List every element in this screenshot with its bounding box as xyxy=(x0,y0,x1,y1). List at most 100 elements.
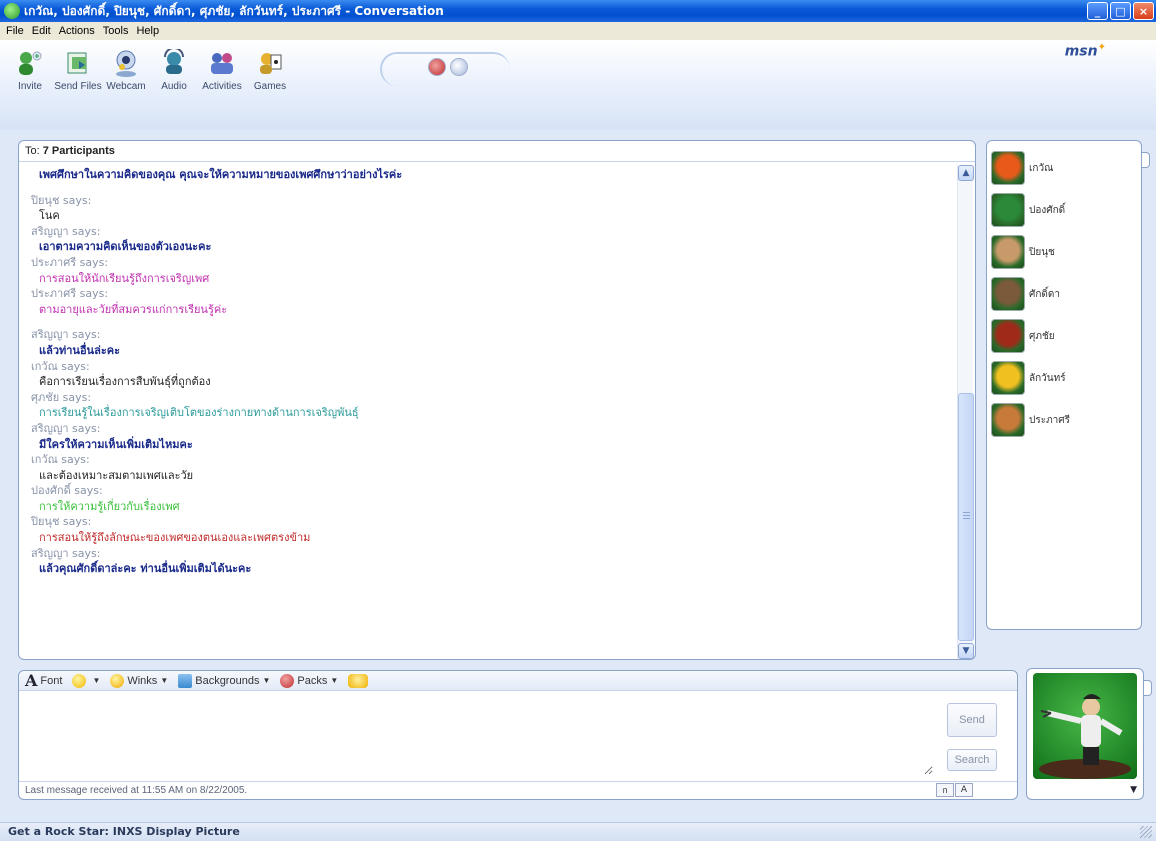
background-picture-icon xyxy=(178,673,193,688)
chess-avatar[interactable] xyxy=(991,277,1025,311)
participant-item[interactable]: ปองศักดิ์ xyxy=(991,191,1139,229)
games-button[interactable]: Games xyxy=(246,40,294,92)
to-label: To: xyxy=(25,145,40,157)
participant-count[interactable]: 7 Participants xyxy=(43,145,115,157)
own-display-picture-panel: ▼ xyxy=(1026,668,1144,800)
background-icon[interactable] xyxy=(450,58,468,76)
to-line: To: 7 Participants xyxy=(25,145,115,157)
ad-banner[interactable]: Get a Rock Star: INXS Display Picture xyxy=(0,822,1156,841)
scroll-grip xyxy=(963,515,970,516)
guitar-avatar[interactable] xyxy=(991,319,1025,353)
participant-item[interactable]: ศุภชัย xyxy=(991,317,1139,355)
sender-says-label: สริญญา says: xyxy=(31,224,101,238)
participant-item[interactable]: ลักวันทร์ xyxy=(991,359,1139,397)
block-icon[interactable] xyxy=(428,58,446,76)
sender-says-label: ปิยนุช says: xyxy=(31,193,92,207)
ad-text[interactable]: Get a Rock Star: INXS Display Picture xyxy=(8,825,240,838)
participant-name: ศักดิ์ดา xyxy=(1029,288,1061,300)
participant-item[interactable]: ปิยนุช xyxy=(991,233,1139,271)
webcam-label: Webcam xyxy=(106,81,146,92)
sender-says-label: ประภาศรี says: xyxy=(31,255,109,269)
sender-says-label: ประภาศรี says: xyxy=(31,287,109,301)
participant-item[interactable]: เกวัณ xyxy=(991,149,1139,187)
chevron-down-icon[interactable]: ▼ xyxy=(1130,785,1137,795)
message-input[interactable] xyxy=(23,695,933,775)
participant-name: ลักวันทร์ xyxy=(1029,372,1066,384)
message-text: แล้วท่านอื่นล่ะคะ xyxy=(39,343,120,357)
font-icon: A xyxy=(25,671,38,690)
send-files-button[interactable]: Send Files xyxy=(54,40,102,92)
menu-file[interactable]: File xyxy=(2,25,28,37)
participants-collapse-tab[interactable] xyxy=(1142,152,1150,168)
backgrounds-button[interactable]: Backgrounds ▼ xyxy=(178,673,270,688)
activities-icon xyxy=(211,53,233,74)
handwriting-mode-button[interactable]: ก xyxy=(936,783,954,797)
scroll-thumb[interactable] xyxy=(958,393,974,641)
sender-says-label: เกวัณ says: xyxy=(31,453,90,467)
message-text: การให้ความรู้เกี่ยวกับเรื่องเพศ xyxy=(39,499,180,513)
scroll-grip xyxy=(963,518,970,519)
text-mode-button[interactable]: A xyxy=(955,783,973,797)
minimize-button[interactable]: _ xyxy=(1087,2,1108,20)
games-icon xyxy=(260,53,282,74)
audio-button[interactable]: Audio xyxy=(150,40,198,92)
smiley-icon xyxy=(72,673,87,688)
sender-says-label: สริญญา says: xyxy=(31,328,101,342)
scroll-up-button[interactable]: ▲ xyxy=(958,165,974,181)
backgrounds-label: Backgrounds xyxy=(195,674,260,687)
wink-icon xyxy=(110,673,125,688)
title-bar[interactable]: เกวัณ, ปองศักดิ์, ปิยนุช, ศักดิ์ดา, ศุภช… xyxy=(0,0,1156,22)
resize-grip[interactable] xyxy=(1140,826,1152,838)
search-button[interactable]: Search xyxy=(947,749,997,771)
font-button[interactable]: A Font xyxy=(25,671,62,690)
send-button[interactable]: Send xyxy=(947,703,997,737)
nudge-button[interactable] xyxy=(348,673,371,688)
duck-avatar[interactable] xyxy=(991,361,1025,395)
invite-button[interactable]: Invite xyxy=(6,40,54,92)
close-button[interactable]: × xyxy=(1133,2,1154,20)
webcam-button[interactable]: Webcam xyxy=(102,40,150,92)
send-files-label: Send Files xyxy=(54,81,102,92)
scroll-down-button[interactable]: ▼ xyxy=(958,643,974,659)
menu-bar: File Edit Actions Tools Help xyxy=(0,22,1156,40)
message-text: โนค xyxy=(39,209,60,223)
divider xyxy=(19,161,975,162)
sender-says-label: ศุภชัย says: xyxy=(31,390,92,404)
menu-help[interactable]: Help xyxy=(132,25,163,37)
chevron-down-icon: ▼ xyxy=(92,676,101,685)
flower-avatar[interactable] xyxy=(991,151,1025,185)
menu-actions[interactable]: Actions xyxy=(55,25,99,37)
soccer-ball-avatar[interactable] xyxy=(991,193,1025,227)
chat-history-panel: To: 7 Participants เพศศึกษาในความคิดของค… xyxy=(18,140,976,660)
maximize-button[interactable]: □ xyxy=(1110,2,1131,20)
winks-button[interactable]: Winks ▼ xyxy=(110,673,168,688)
message-text: มีใครให้ความเห็นเพิ่มเติมไหมคะ xyxy=(39,437,193,451)
sender-says-label: ปองศักดิ์ says: xyxy=(31,484,103,498)
webcam-icon xyxy=(116,50,136,77)
message-history[interactable]: เพศศึกษาในความคิดของคุณ คุณจะให้ความหมาย… xyxy=(31,167,951,657)
participant-name: ปิยนุช xyxy=(1029,246,1055,258)
emoticons-button[interactable]: ▼ xyxy=(72,673,101,688)
participant-item[interactable]: ศักดิ์ดา xyxy=(991,275,1139,313)
participant-name: ประภาศรี xyxy=(1029,414,1071,426)
participants-panel: เกวัณปองศักดิ์ปิยนุชศักดิ์ดาศุภชัยลักวัน… xyxy=(986,140,1142,630)
history-scrollbar[interactable]: ▲ ▼ xyxy=(957,165,974,659)
monkey-avatar[interactable] xyxy=(991,403,1025,437)
participant-item[interactable]: ประภาศรี xyxy=(991,401,1139,439)
menu-edit[interactable]: Edit xyxy=(28,25,55,37)
activities-label: Activities xyxy=(202,81,242,92)
message-text: การเรียนรู้ในเรื่องการเจริญเติบโตของร่าง… xyxy=(39,406,359,420)
dog-avatar[interactable] xyxy=(991,235,1025,269)
font-label: Font xyxy=(40,674,63,687)
activities-button[interactable]: Activities xyxy=(198,40,246,92)
display-picture-avatar[interactable] xyxy=(1033,673,1137,779)
sender-says-label: ปิยนุช says: xyxy=(31,515,92,529)
rock-star-picture-icon xyxy=(1039,694,1131,779)
packs-button[interactable]: Packs ▼ xyxy=(280,673,338,688)
send-files-icon xyxy=(67,52,87,74)
audio-icon xyxy=(164,49,184,74)
display-picture-collapse-tab[interactable] xyxy=(1144,680,1152,696)
msn-messenger-icon xyxy=(4,3,20,19)
packs-label: Packs xyxy=(297,674,328,687)
menu-tools[interactable]: Tools xyxy=(99,25,133,37)
